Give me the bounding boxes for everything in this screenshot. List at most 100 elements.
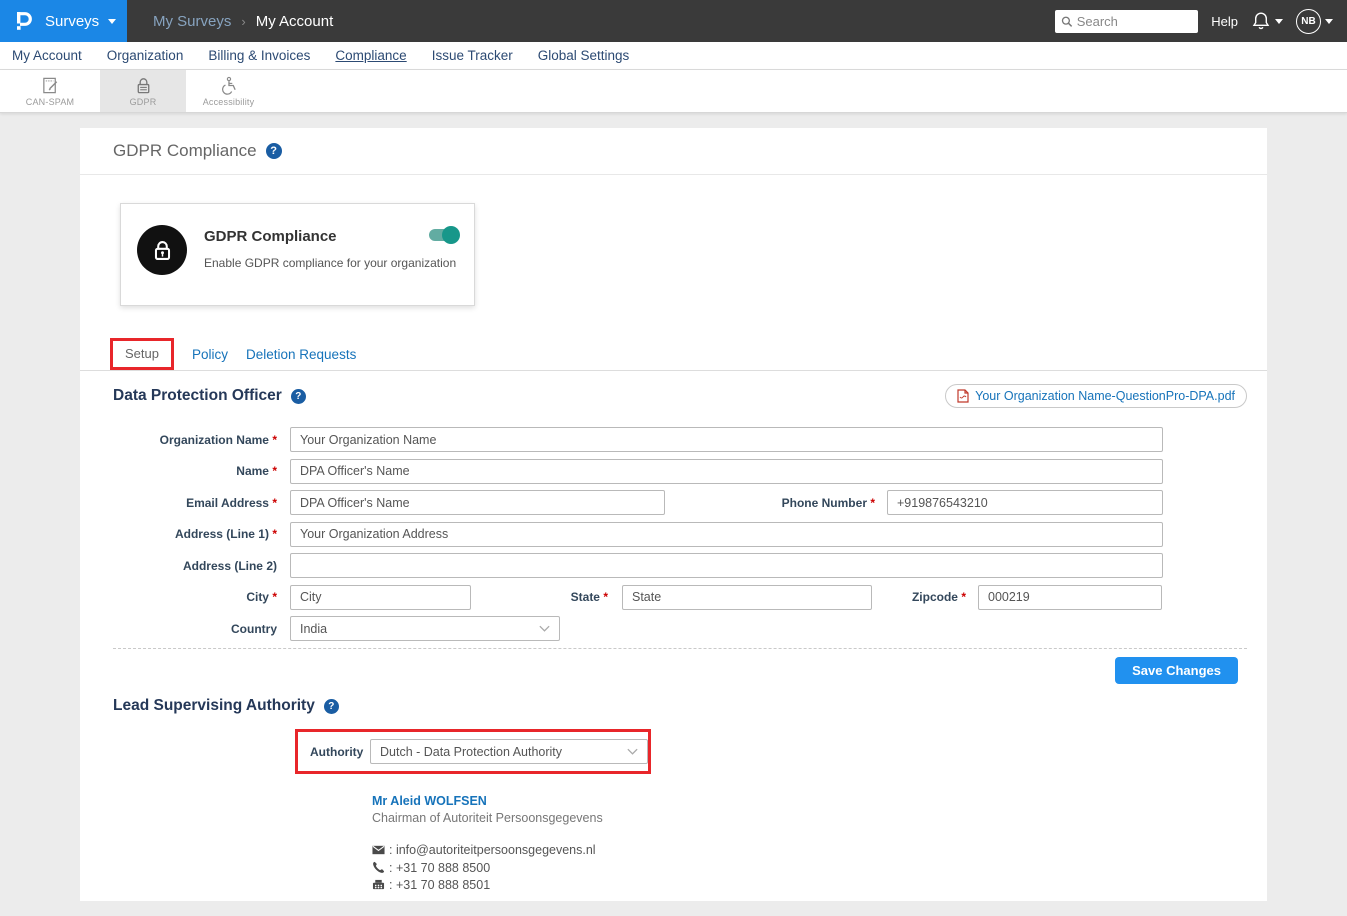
tab-setup[interactable]: Setup bbox=[110, 338, 174, 370]
address-line1-label: Address (Line 1) bbox=[113, 527, 277, 541]
lock-badge bbox=[137, 225, 187, 275]
card-description: Enable GDPR compliance for your organiza… bbox=[204, 256, 456, 270]
gdpr-toggle[interactable] bbox=[429, 229, 458, 241]
authority-fax: +31 70 888 8501 bbox=[389, 878, 490, 892]
form-row: Address (Line 1) bbox=[113, 522, 1247, 547]
tab-accessibility[interactable]: Accessibility bbox=[186, 70, 271, 112]
phone-number-label: Phone Number bbox=[665, 496, 875, 510]
nav-organization[interactable]: Organization bbox=[107, 48, 184, 63]
wheelchair-icon bbox=[219, 76, 238, 95]
address-line1-field[interactable] bbox=[290, 522, 1163, 547]
form-row: Organization Name bbox=[113, 427, 1247, 452]
chevron-down-icon bbox=[538, 622, 551, 635]
help-icon[interactable] bbox=[291, 389, 306, 404]
save-changes-button[interactable]: Save Changes bbox=[1115, 657, 1238, 684]
authority-email-line: info@autoriteitpersoonsgegevens.nl bbox=[372, 843, 1267, 857]
lock-icon bbox=[149, 237, 176, 264]
tab-label: Accessibility bbox=[203, 97, 255, 107]
dpo-save-row: Save Changes bbox=[80, 649, 1267, 684]
name-field[interactable] bbox=[290, 459, 1163, 484]
product-switcher[interactable]: Surveys bbox=[0, 0, 127, 42]
search-icon bbox=[1061, 15, 1072, 28]
tab-can-spam[interactable]: CAN-SPAM bbox=[0, 70, 100, 112]
form-row: Address (Line 2) bbox=[113, 553, 1247, 578]
page-title: GDPR Compliance bbox=[113, 141, 257, 161]
account-nav: My Account Organization Billing & Invoic… bbox=[0, 42, 1347, 70]
dpo-heading-row: Data Protection Officer Your Organizatio… bbox=[80, 371, 1267, 408]
authority-contact-title: Chairman of Autoriteit Persoonsgegevens bbox=[372, 811, 1267, 825]
nav-issue-tracker[interactable]: Issue Tracker bbox=[432, 48, 513, 63]
dpa-pdf-button[interactable]: Your Organization Name-QuestionPro-DPA.p… bbox=[945, 384, 1247, 408]
tab-label: CAN-SPAM bbox=[26, 97, 74, 107]
setup-tab-bar: Setup Policy Deletion Requests bbox=[80, 341, 1267, 371]
form-row: Country India bbox=[113, 616, 1247, 641]
authority-select[interactable]: Dutch - Data Protection Authority bbox=[370, 739, 648, 764]
help-link[interactable]: Help bbox=[1211, 14, 1238, 29]
city-field[interactable] bbox=[290, 585, 471, 610]
tab-deletion-requests[interactable]: Deletion Requests bbox=[246, 347, 356, 370]
card-title: GDPR Compliance bbox=[204, 228, 456, 245]
country-selected-value: India bbox=[300, 622, 327, 636]
panel-title-row: GDPR Compliance bbox=[80, 128, 1267, 175]
lsa-heading-row: Lead Supervising Authority bbox=[80, 684, 1267, 715]
card-text: GDPR Compliance Enable GDPR compliance f… bbox=[204, 225, 456, 305]
authority-phone: +31 70 888 8500 bbox=[389, 861, 490, 875]
nav-global-settings[interactable]: Global Settings bbox=[538, 48, 630, 63]
authority-contact-name[interactable]: Mr Aleid WOLFSEN bbox=[372, 794, 1267, 808]
phone-icon bbox=[372, 861, 385, 874]
form-row: City State Zipcode bbox=[113, 585, 1247, 610]
form-row: Email Address Phone Number bbox=[113, 490, 1247, 515]
chevron-down-icon bbox=[108, 19, 116, 24]
breadcrumb-separator-icon: › bbox=[241, 14, 245, 29]
compliance-tab-bar: CAN-SPAM GDPR Accessibility bbox=[0, 70, 1347, 113]
tab-label: GDPR bbox=[130, 97, 157, 107]
authority-selected-value: Dutch - Data Protection Authority bbox=[380, 745, 562, 759]
lsa-heading: Lead Supervising Authority bbox=[113, 697, 315, 715]
breadcrumb-my-account: My Account bbox=[256, 13, 334, 30]
authority-phone-line: +31 70 888 8500 bbox=[372, 861, 1267, 875]
tab-policy[interactable]: Policy bbox=[192, 347, 228, 370]
bell-icon bbox=[1251, 11, 1271, 31]
dpo-form: Organization Name Name Email Address Pho… bbox=[80, 427, 1267, 641]
fax-icon bbox=[372, 879, 385, 891]
organization-name-label: Organization Name bbox=[113, 433, 277, 447]
nav-my-account[interactable]: My Account bbox=[12, 48, 82, 63]
toggle-knob bbox=[442, 226, 460, 244]
annotation-highlight-authority: Authority Dutch - Data Protection Author… bbox=[295, 729, 651, 774]
questionpro-logo-icon bbox=[14, 10, 36, 32]
address-line2-field[interactable] bbox=[290, 553, 1163, 578]
envelope-icon bbox=[372, 845, 385, 855]
state-label: State bbox=[471, 590, 608, 604]
dpo-heading: Data Protection Officer bbox=[113, 387, 282, 405]
pdf-label: Your Organization Name-QuestionPro-DPA.p… bbox=[975, 389, 1235, 403]
chevron-down-icon bbox=[1325, 19, 1333, 24]
gdpr-panel: GDPR Compliance GDPR Compliance Enable G… bbox=[80, 128, 1267, 901]
email-address-field[interactable] bbox=[290, 490, 665, 515]
form-row: Name bbox=[113, 459, 1247, 484]
help-icon[interactable] bbox=[266, 143, 282, 159]
nav-compliance[interactable]: Compliance bbox=[335, 48, 406, 63]
country-label: Country bbox=[113, 622, 277, 636]
search-input[interactable] bbox=[1077, 14, 1193, 29]
nav-billing-invoices[interactable]: Billing & Invoices bbox=[208, 48, 310, 63]
state-field[interactable] bbox=[622, 585, 872, 610]
document-pencil-icon bbox=[41, 76, 60, 95]
search-box[interactable] bbox=[1055, 10, 1198, 33]
padlock-icon bbox=[134, 76, 153, 95]
topbar-right: Help NB bbox=[1055, 9, 1347, 34]
avatar: NB bbox=[1296, 9, 1321, 34]
gdpr-compliance-card: GDPR Compliance Enable GDPR compliance f… bbox=[120, 203, 475, 306]
zipcode-field[interactable] bbox=[978, 585, 1162, 610]
authority-email: info@autoriteitpersoonsgegevens.nl bbox=[389, 843, 596, 857]
breadcrumb-my-surveys[interactable]: My Surveys bbox=[153, 13, 231, 30]
tab-gdpr[interactable]: GDPR bbox=[100, 70, 186, 112]
chevron-down-icon bbox=[626, 745, 639, 758]
help-icon[interactable] bbox=[324, 699, 339, 714]
notifications-menu[interactable] bbox=[1251, 11, 1283, 31]
page-body: GDPR Compliance GDPR Compliance Enable G… bbox=[0, 113, 1347, 901]
organization-name-field[interactable] bbox=[290, 427, 1163, 452]
account-menu[interactable]: NB bbox=[1296, 9, 1333, 34]
phone-number-field[interactable] bbox=[887, 490, 1163, 515]
authority-contact-card: Mr Aleid WOLFSEN Chairman of Autoriteit … bbox=[372, 794, 1267, 892]
country-select[interactable]: India bbox=[290, 616, 560, 641]
